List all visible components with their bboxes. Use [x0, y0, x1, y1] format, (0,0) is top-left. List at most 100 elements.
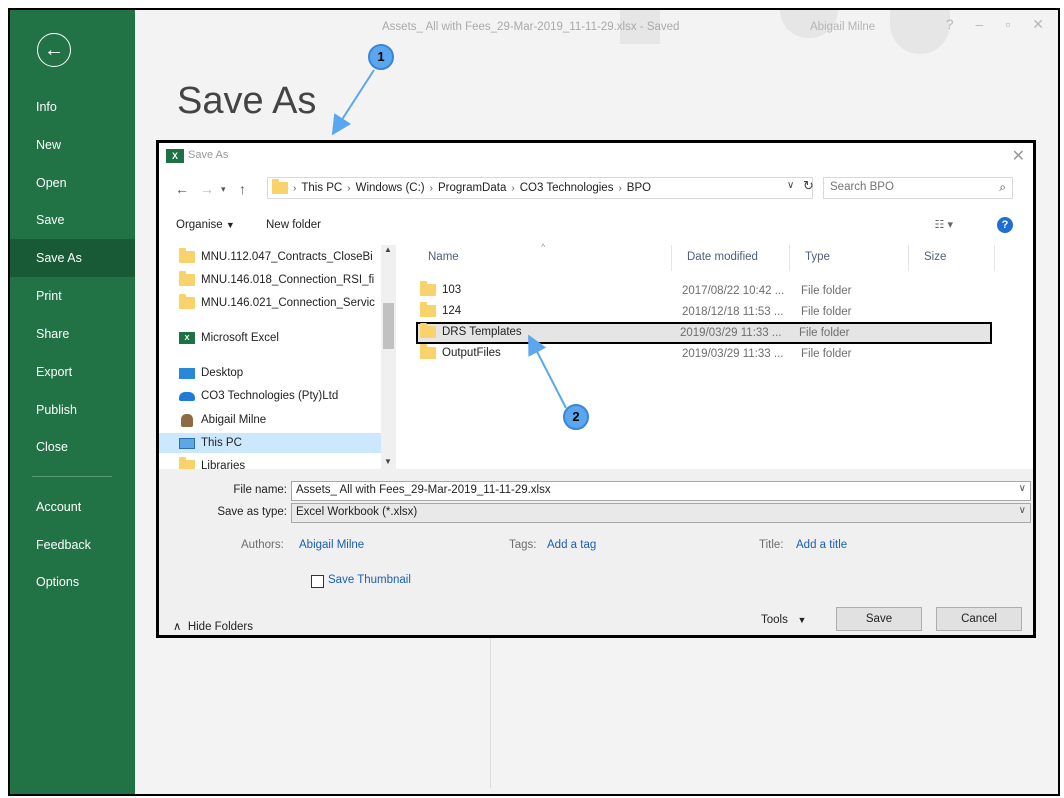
hide-folders-button[interactable]: ∧ Hide Folders: [173, 619, 253, 633]
address-bar[interactable]: › This PC › Windows (C:) › ProgramData ›…: [267, 177, 813, 199]
column-divider[interactable]: [994, 245, 995, 271]
breadcrumb-co3-technologies[interactable]: CO3 Technologies: [520, 182, 614, 194]
title-input[interactable]: Add a title: [796, 539, 847, 551]
column-header-type[interactable]: Type: [805, 251, 830, 263]
file-row[interactable]: 124 2018/12/18 11:53 ... File folder: [416, 302, 992, 322]
sidebar-item-print[interactable]: Print: [10, 277, 135, 315]
sidebar-item-share[interactable]: Share: [10, 315, 135, 353]
cancel-button[interactable]: Cancel: [936, 607, 1022, 631]
sidebar-item-options[interactable]: Options: [10, 563, 135, 601]
sidebar-item-info[interactable]: Info: [10, 88, 135, 126]
dialog-titlebar[interactable]: X Save As ✕: [159, 143, 1033, 169]
sidebar-item-account[interactable]: Account: [10, 488, 135, 526]
chevron-down-icon[interactable]: ∨: [1019, 505, 1026, 516]
onedrive-icon: [179, 391, 195, 401]
sidebar-item-close[interactable]: Close: [10, 428, 135, 466]
organise-button[interactable]: Organise ▼: [176, 219, 235, 231]
column-header-size[interactable]: Size: [924, 251, 946, 263]
sidebar-item-open[interactable]: Open: [10, 164, 135, 202]
sidebar-item-publish[interactable]: Publish: [10, 391, 135, 429]
view-options-icon[interactable]: ☷ ▾: [935, 218, 953, 231]
breadcrumb-programdata[interactable]: ProgramData: [438, 182, 506, 194]
sort-ascending-icon: ^: [541, 242, 546, 252]
close-icon[interactable]: ✕: [1032, 16, 1044, 33]
column-header-date-modified[interactable]: Date modified: [687, 251, 758, 263]
save-as-type-label: Save as type:: [217, 506, 287, 518]
save-as-type-select[interactable]: Excel Workbook (*.xlsx) ∨: [291, 503, 1031, 523]
save-options-panel: File name: Assets_ All with Fees_29-Mar-…: [159, 469, 1033, 635]
file-name-label: File name:: [233, 484, 287, 496]
tools-button[interactable]: Tools ▼: [761, 614, 806, 626]
sidebar-item-save[interactable]: Save: [10, 201, 135, 239]
authors-label: Authors:: [241, 539, 284, 551]
minimize-icon[interactable]: –: [976, 16, 984, 33]
folder-icon: [420, 302, 436, 317]
tree-item-libraries[interactable]: Libraries: [179, 456, 245, 469]
tags-input[interactable]: Add a tag: [547, 539, 596, 551]
chevron-down-icon[interactable]: ∨: [1019, 483, 1026, 494]
chevron-right-icon: ›: [429, 182, 433, 194]
sidebar-item-save-as[interactable]: Save As: [10, 239, 135, 277]
back-arrow-icon[interactable]: ←: [175, 181, 189, 197]
breadcrumb-windows-c[interactable]: Windows (C:): [356, 182, 425, 194]
background-decoration: [890, 10, 950, 54]
help-icon[interactable]: ?: [946, 16, 954, 33]
tree-item-desktop[interactable]: Desktop: [179, 363, 243, 383]
chevron-up-icon: ∧: [173, 621, 182, 633]
breadcrumb-bpo[interactable]: BPO: [627, 182, 651, 194]
scroll-down-icon[interactable]: ▼: [384, 457, 392, 466]
folder-icon: [420, 344, 436, 359]
column-divider[interactable]: [789, 245, 790, 271]
breadcrumb-this-pc[interactable]: This PC: [301, 182, 342, 194]
folder-icon: [420, 281, 436, 296]
dialog-toolbar: Organise ▼ New folder ☷ ▾ ?: [159, 213, 1033, 239]
back-arrow-icon[interactable]: ←: [37, 33, 71, 67]
chevron-down-icon[interactable]: ∨: [787, 180, 794, 191]
tree-item-microsoft-excel[interactable]: X Microsoft Excel: [179, 328, 279, 348]
file-row[interactable]: OutputFiles 2019/03/29 11:33 ... File fo…: [416, 344, 992, 364]
file-name-field[interactable]: Assets_ All with Fees_29-Mar-2019_11-11-…: [291, 481, 1031, 501]
new-folder-button[interactable]: New folder: [266, 219, 321, 231]
folder-icon: [179, 457, 195, 469]
search-icon[interactable]: ⌕: [999, 180, 1006, 195]
file-row-drs-templates[interactable]: DRS Templates 2019/03/29 11:33 ... File …: [416, 322, 992, 344]
help-icon[interactable]: ?: [997, 217, 1013, 233]
file-row[interactable]: 103 2017/08/22 10:42 ... File folder: [416, 281, 992, 301]
forward-arrow-icon[interactable]: →: [200, 181, 214, 197]
tree-item-this-pc[interactable]: This PC: [159, 433, 381, 453]
search-input[interactable]: [830, 181, 980, 193]
authors-value[interactable]: Abigail Milne: [299, 539, 364, 551]
excel-backstage-window: Assets_ All with Fees_29-Mar-2019_11-11-…: [8, 8, 1060, 796]
save-button[interactable]: Save: [836, 607, 922, 631]
column-divider[interactable]: [671, 245, 672, 271]
column-header-name[interactable]: Name: [428, 251, 459, 263]
recent-locations-icon[interactable]: ▾: [221, 184, 226, 195]
page-title: Save As: [177, 80, 317, 122]
refresh-icon[interactable]: ↻: [803, 178, 814, 194]
folder-icon: [272, 179, 288, 194]
tree-item-user[interactable]: Abigail Milne: [179, 410, 266, 430]
tree-item-folder[interactable]: MNU.112.047_Contracts_CloseBi: [179, 247, 373, 267]
scroll-up-icon[interactable]: ▲: [384, 245, 392, 254]
document-title: Assets_ All with Fees_29-Mar-2019_11-11-…: [382, 21, 680, 33]
tree-item-folder[interactable]: MNU.146.021_Connection_Servic: [179, 293, 375, 313]
folder-icon: [420, 323, 436, 338]
scrollbar-thumb[interactable]: [383, 303, 394, 349]
sidebar-item-new[interactable]: New: [10, 126, 135, 164]
save-thumbnail-label[interactable]: Save Thumbnail: [328, 574, 411, 586]
tree-item-onedrive[interactable]: CO3 Technologies (Pty)Ltd: [179, 386, 338, 406]
excel-icon: X: [166, 149, 184, 163]
search-box[interactable]: ⌕: [823, 177, 1013, 199]
tree-scrollbar[interactable]: ▲ ▼: [381, 245, 396, 469]
sidebar-item-export[interactable]: Export: [10, 353, 135, 391]
account-name[interactable]: Abigail Milne: [810, 21, 875, 33]
sidebar-item-feedback[interactable]: Feedback: [10, 526, 135, 564]
save-thumbnail-checkbox[interactable]: [311, 575, 324, 588]
column-divider[interactable]: [908, 245, 909, 271]
tree-item-folder[interactable]: MNU.146.018_Connection_RSI_fi: [179, 270, 374, 290]
restore-icon[interactable]: ▫: [1005, 16, 1010, 33]
chevron-down-icon: ▼: [797, 615, 807, 625]
chevron-right-icon: ›: [293, 182, 297, 194]
up-arrow-icon[interactable]: ↑: [239, 181, 246, 197]
close-icon[interactable]: ✕: [1012, 146, 1025, 166]
